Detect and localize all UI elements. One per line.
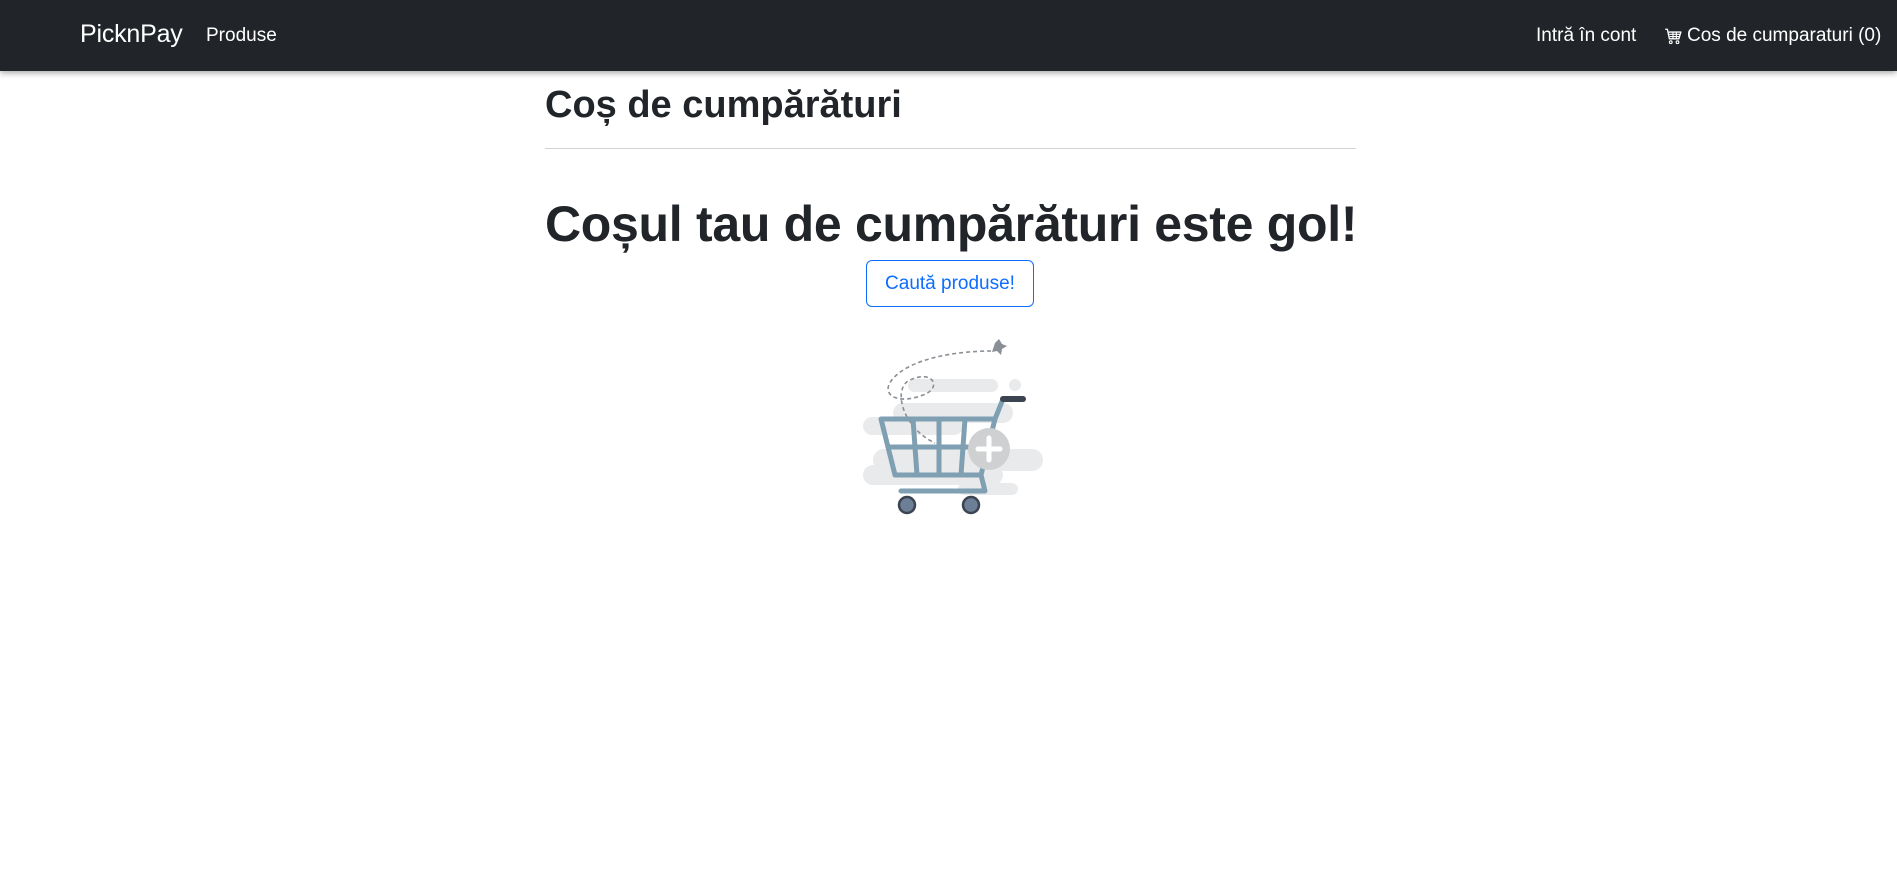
nav-login-link[interactable]: Intră în cont [1536, 25, 1636, 47]
page-title: Coș de cumpărături [545, 84, 902, 126]
brand-link[interactable]: PicknPay [80, 20, 183, 49]
cart-wheel-right [961, 495, 981, 515]
search-products-button[interactable]: Caută produse! [866, 260, 1034, 307]
cart-icon [1665, 28, 1682, 45]
add-item-icon [968, 428, 1010, 470]
bird-icon [992, 339, 1007, 355]
top-navbar: PicknPay Produse Intră în cont Cos de cu… [0, 0, 1897, 71]
nav-products-link[interactable]: Produse [206, 25, 277, 47]
cart-wheel-left [897, 495, 917, 515]
title-divider [545, 148, 1356, 149]
nav-cart-label: Cos de cumparaturi (0) [1687, 25, 1882, 46]
empty-cart-illustration [863, 339, 1043, 515]
nav-cart-link[interactable]: Cos de cumparaturi (0) [1664, 25, 1881, 47]
empty-cart-message: Coșul tau de cumpărături este gol! [545, 196, 1358, 252]
